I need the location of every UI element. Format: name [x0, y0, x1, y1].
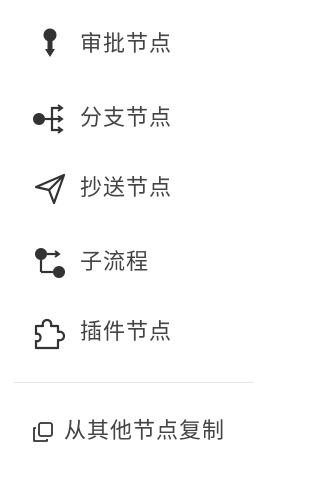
copy-from-other-node-label: 从其他节点复制 [64, 419, 226, 444]
menu-item-approval-node[interactable]: 审批节点 [0, 17, 262, 73]
menu-item-label: 分支节点 [80, 106, 173, 131]
copy-icon [30, 419, 56, 445]
menu-divider [14, 382, 254, 383]
send-copy-icon [30, 169, 70, 209]
menu-item-branch-node[interactable]: 分支节点 [0, 91, 262, 147]
menu-item-subprocess[interactable]: 子流程 [0, 235, 262, 291]
menu-item-label: 子流程 [80, 250, 150, 275]
menu-item-label: 插件节点 [80, 320, 173, 345]
menu-item-cc-node[interactable]: 抄送节点 [0, 161, 262, 217]
add-node-menu: 审批节点 分支节点 抄送节点 子流程 插件节点 从其他节点复制 [0, 0, 262, 482]
menu-item-label: 审批节点 [80, 32, 173, 57]
menu-item-label: 抄送节点 [80, 176, 173, 201]
plugin-puzzle-icon [30, 313, 70, 353]
branch-node-icon [30, 99, 70, 139]
copy-from-other-node-button[interactable]: 从其他节点复制 [0, 406, 262, 458]
subprocess-icon [30, 243, 70, 283]
menu-item-plugin-node[interactable]: 插件节点 [0, 305, 262, 361]
approval-node-icon [30, 25, 70, 65]
